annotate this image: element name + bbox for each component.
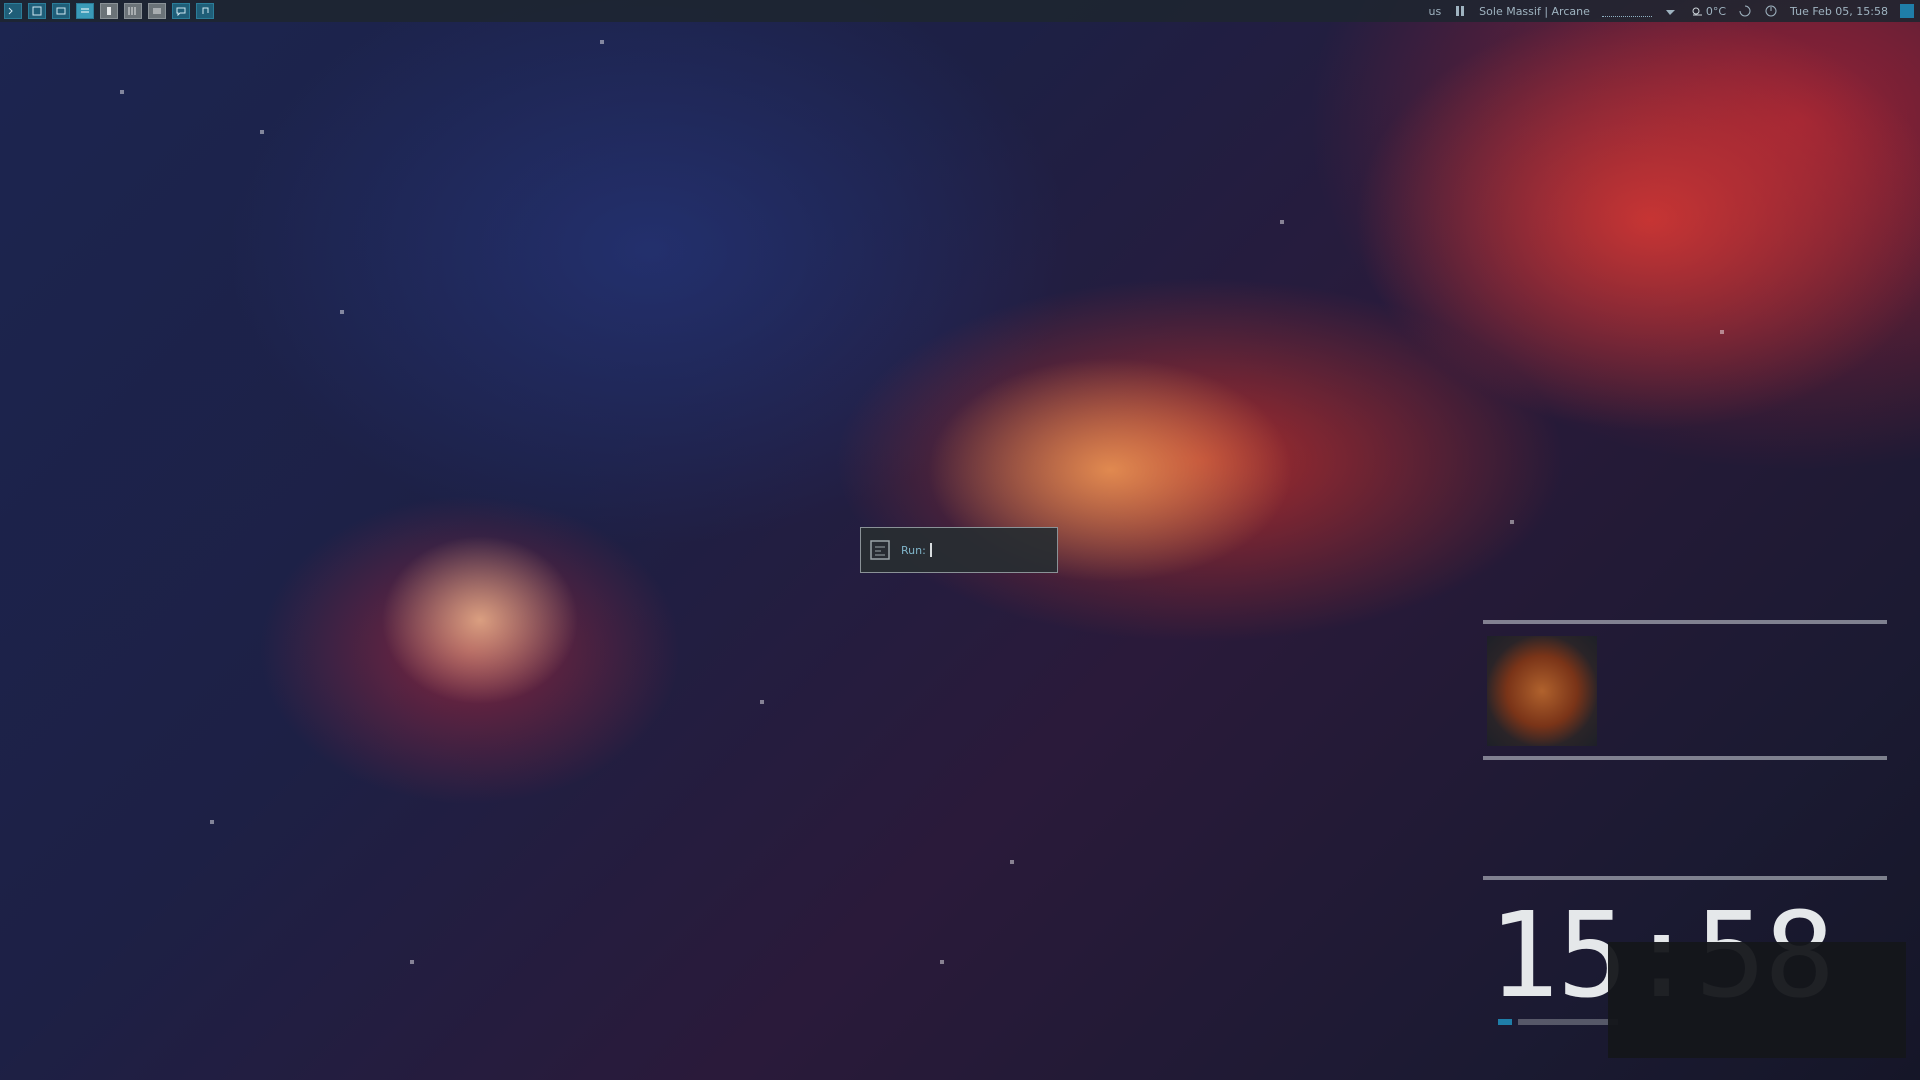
weather-temperature: 0°C: [1705, 4, 1727, 18]
system-log-widget: [1480, 770, 1880, 870]
workspace-tag-1[interactable]: [4, 3, 22, 19]
workspace-tag-8[interactable]: [172, 3, 190, 19]
workspace-tag-6[interactable]: [124, 3, 142, 19]
workspace-tag-7[interactable]: [148, 3, 166, 19]
widget-divider-bottom: [1483, 876, 1887, 880]
notification-indicator-icon[interactable]: [1900, 4, 1914, 18]
chat-icon: [176, 7, 186, 16]
music-icon: [202, 7, 209, 14]
doc-icon: [107, 7, 111, 15]
clock-progress-bar: [1498, 1019, 1618, 1025]
network-graph: [1601, 6, 1652, 17]
keyboard-layout[interactable]: us: [1428, 5, 1441, 18]
files-icon: [81, 8, 89, 13]
music-player-widget: [1485, 632, 1885, 752]
calendar-widget: [1700, 456, 1890, 596]
grid-icon: [128, 7, 136, 15]
widget-divider-middle: [1483, 756, 1887, 760]
run-prompt-icon: [870, 540, 890, 560]
datetime[interactable]: Tue Feb 05, 15:58: [1790, 5, 1888, 18]
status-area: us Sole Massif | Arcane 0°C Tue Feb 05, …: [1428, 0, 1920, 22]
run-prompt-dialog[interactable]: Run:: [860, 527, 1058, 573]
sync-icon[interactable]: [1738, 4, 1752, 18]
workspace-tag-3[interactable]: [52, 3, 70, 19]
pause-icon[interactable]: [1453, 4, 1467, 18]
text-cursor[interactable]: [929, 543, 932, 557]
clock-progress-track: [1518, 1019, 1618, 1025]
list-icon: [153, 8, 161, 14]
run-prompt-label: Run:: [901, 543, 926, 557]
top-status-bar: us Sole Massif | Arcane 0°C Tue Feb 05, …: [0, 0, 1920, 22]
workspace-tag-2[interactable]: [28, 3, 46, 19]
widget-divider-top: [1483, 620, 1887, 624]
weather-icon: [1690, 4, 1704, 18]
workspace-tag-5[interactable]: [100, 3, 118, 19]
clock-progress-accent: [1498, 1019, 1512, 1025]
workspace-tag-4[interactable]: [76, 3, 94, 19]
code-icon: [32, 6, 42, 16]
browser-icon: [56, 7, 66, 15]
power-icon[interactable]: [1764, 4, 1778, 18]
now-playing[interactable]: Sole Massif | Arcane: [1479, 5, 1590, 18]
workspace-tags: [0, 3, 214, 19]
volume-icon[interactable]: [1664, 4, 1678, 18]
album-cover: [1487, 636, 1597, 746]
notification-popup[interactable]: [1608, 942, 1906, 1058]
workspace-tag-9[interactable]: [196, 3, 214, 19]
terminal-icon: [8, 7, 13, 15]
